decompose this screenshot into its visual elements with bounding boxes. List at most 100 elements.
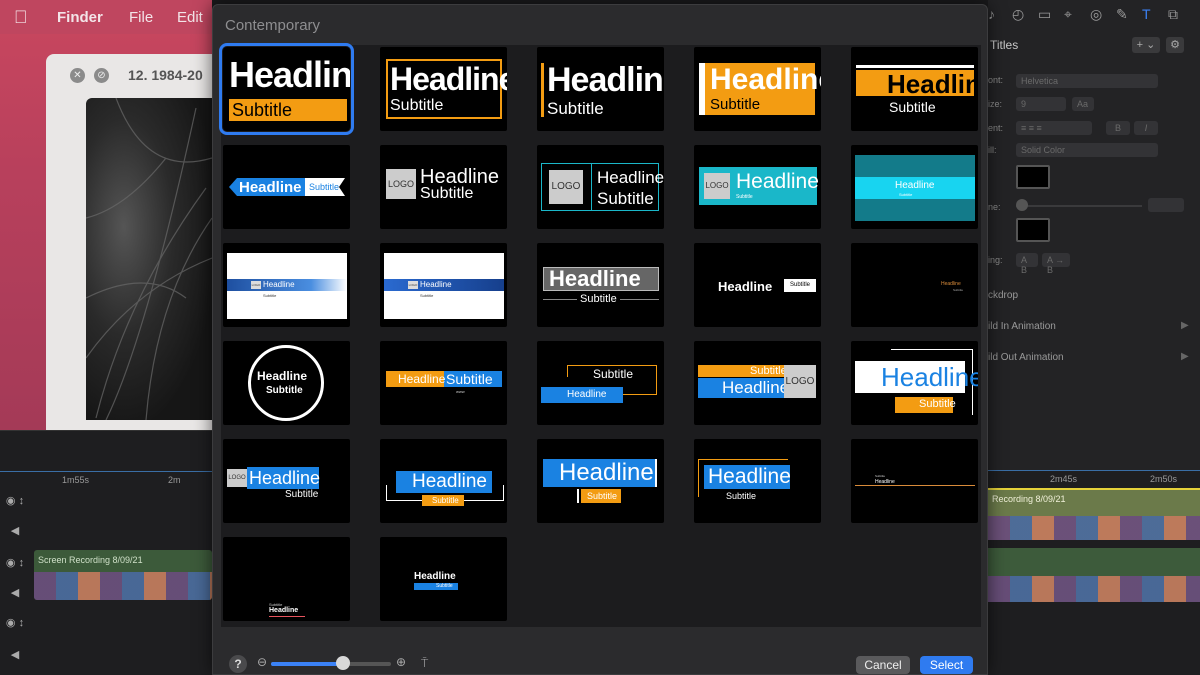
ruler-tick: 2m xyxy=(168,475,181,485)
template-tile[interactable]: Subtitle Headline xyxy=(537,341,664,425)
cancel-button[interactable]: Cancel xyxy=(856,656,910,674)
template-tile[interactable]: Headline Subtitle xyxy=(537,243,664,327)
expand-triangle-icon[interactable]: ▶ xyxy=(1181,351,1189,362)
template-logo: LOGO xyxy=(227,469,247,487)
spacing-button-b[interactable]: A → B xyxy=(1042,253,1070,275)
template-tile[interactable]: Headline Subtitle xyxy=(694,243,821,327)
template-tile[interactable]: Headline Subtitle www xyxy=(380,341,507,425)
line-slider-knob[interactable] xyxy=(1016,199,1028,211)
template-subtitle: Subtitle xyxy=(446,371,493,387)
template-tile[interactable]: Subtitle Headline xyxy=(223,537,350,621)
template-tile[interactable]: LOGO Headline Subtitle xyxy=(694,145,821,229)
cursor-icon[interactable]: ⌖ xyxy=(1064,6,1072,23)
speed-icon[interactable]: ◴ xyxy=(1012,6,1024,23)
track-audio-icon[interactable]: ◀ xyxy=(0,586,30,599)
zoom-out-icon[interactable]: ⊖ xyxy=(257,655,267,669)
template-tile[interactable]: LOGO Headline Subtitle xyxy=(223,243,350,327)
template-headline: Headline xyxy=(263,280,295,289)
template-tile[interactable]: Headline Subtitle xyxy=(219,43,354,135)
template-subtitle: Subtitle xyxy=(597,189,654,208)
template-tile[interactable]: LOGO Headline Subtitle xyxy=(537,145,664,229)
shapes-icon[interactable]: ◎ xyxy=(1090,6,1102,23)
template-tile[interactable]: Headline Subtitle xyxy=(537,47,664,131)
template-tile[interactable]: Headline Subtitle xyxy=(851,243,978,327)
template-tile[interactable]: Headline Subtitle xyxy=(694,47,821,131)
fill-color-swatch[interactable] xyxy=(1016,165,1050,189)
size-stepper[interactable]: Aa xyxy=(1072,97,1094,111)
zoom-in-icon[interactable]: ⊕ xyxy=(396,655,406,669)
backdrop-section[interactable]: ckdrop xyxy=(988,290,1200,301)
zoom-slider-knob[interactable] xyxy=(336,656,350,670)
template-subtitle: Subtitle xyxy=(953,288,964,292)
template-headline: Headline xyxy=(390,61,507,97)
track-audio-icon[interactable]: ◀ xyxy=(0,648,30,661)
template-logo: LOGO xyxy=(549,170,583,204)
track-visibility-eye-icon[interactable]: ◉ ↕ xyxy=(0,494,30,507)
title-template-dialog: Contemporary Headline Subtitle Headline … xyxy=(212,4,988,675)
template-tile[interactable]: LOGO Headline Subtitle xyxy=(380,145,507,229)
template-tile[interactable]: Headline Subtitle xyxy=(223,341,350,425)
pen-icon[interactable]: ✎ xyxy=(1116,6,1128,23)
clip-thumbnails xyxy=(988,516,1200,540)
layers-icon[interactable]: ⧉ xyxy=(1168,6,1178,23)
template-grid: Headline Subtitle Headline Subtitle Head… xyxy=(219,43,981,627)
bold-button[interactable]: B xyxy=(1106,121,1130,135)
track-visibility-eye-icon[interactable]: ◉ ↕ xyxy=(0,556,30,569)
select-button[interactable]: Select xyxy=(920,656,973,674)
fill-select[interactable]: Solid Color xyxy=(1016,143,1158,157)
template-headline: Headline xyxy=(269,607,299,614)
fit-to-window-icon[interactable]: ⍑ xyxy=(421,656,435,670)
template-subtitle: Subtitle xyxy=(593,367,634,381)
template-tile[interactable]: LOGO Headline Subtitle xyxy=(223,439,350,523)
text-icon[interactable]: T xyxy=(1142,6,1151,22)
template-headline: Headline xyxy=(249,468,321,488)
audio-icon[interactable]: ♪ xyxy=(988,6,995,22)
display-icon[interactable]: ▭ xyxy=(1038,6,1051,23)
italic-button[interactable]: I xyxy=(1134,121,1158,135)
template-headline: Headline xyxy=(420,166,499,188)
expand-triangle-icon[interactable]: ▶ xyxy=(1181,320,1189,331)
style-icon[interactable]: ⚙ xyxy=(1166,37,1184,53)
build-out-animation-section[interactable]: ild Out Animation xyxy=(988,352,1200,363)
help-button[interactable]: ? xyxy=(229,655,247,673)
template-tile[interactable]: Headline Subtitle xyxy=(380,47,507,131)
template-tile[interactable]: Subtitle Headline xyxy=(851,439,978,523)
menu-edit[interactable]: Edit xyxy=(177,9,203,26)
template-headline: Headline xyxy=(549,266,641,291)
template-tile[interactable]: Headline Subtitle xyxy=(851,145,978,229)
timeline-clip[interactable] xyxy=(988,548,1200,602)
template-tile[interactable]: Subtitle Headline LOGO xyxy=(694,341,821,425)
template-headline: Headline xyxy=(941,281,961,287)
size-field[interactable]: 9 xyxy=(1016,97,1066,111)
menu-file[interactable]: File xyxy=(129,9,153,26)
build-in-animation-section[interactable]: ild In Animation xyxy=(988,321,1200,332)
close-icon[interactable]: ✕ xyxy=(70,68,85,83)
template-headline: Headline xyxy=(736,170,819,193)
add-title-button[interactable]: + ⌄ xyxy=(1132,37,1160,53)
zoom-slider[interactable] xyxy=(271,656,391,670)
line-slider[interactable] xyxy=(1016,205,1142,207)
inspector-section-title: Titles xyxy=(990,38,1019,52)
line-color-swatch[interactable] xyxy=(1016,218,1050,242)
template-tile[interactable]: Headline Subtitle xyxy=(223,145,350,229)
timeline-clip[interactable]: Screen Recording 8/09/21 xyxy=(34,550,212,600)
font-select[interactable]: Helvetica xyxy=(1016,74,1158,88)
template-tile[interactable]: Headline Subtitle xyxy=(380,537,507,621)
menu-finder[interactable]: Finder xyxy=(57,9,103,26)
timeline-clip[interactable]: Recording 8/09/21 xyxy=(988,488,1200,540)
line-value-field[interactable] xyxy=(1148,198,1184,212)
template-tile[interactable]: Headline Subtitle xyxy=(851,47,978,131)
spacing-button-a[interactable]: A B xyxy=(1016,253,1038,275)
track-visibility-eye-icon[interactable]: ◉ ↕ xyxy=(0,616,30,629)
template-subtitle: Subtitle xyxy=(285,489,319,500)
template-tile[interactable]: Headline Subtitle xyxy=(380,439,507,523)
track-audio-icon[interactable]: ◀ xyxy=(0,524,30,537)
alignment-buttons[interactable]: ≡ ≡ ≡ xyxy=(1016,121,1092,135)
template-tile[interactable]: Headline Subtitle xyxy=(694,439,821,523)
finder-window: ✕ ⊘ 12. 1984-20 xyxy=(46,54,212,430)
apple-icon[interactable]:  xyxy=(14,7,28,28)
template-tile[interactable]: Headline Subtitle xyxy=(851,341,978,425)
template-tile[interactable]: LOGO Headline Subtitle xyxy=(380,243,507,327)
minimize-icon[interactable]: ⊘ xyxy=(94,68,109,83)
template-tile[interactable]: Headline Subtitle xyxy=(537,439,664,523)
